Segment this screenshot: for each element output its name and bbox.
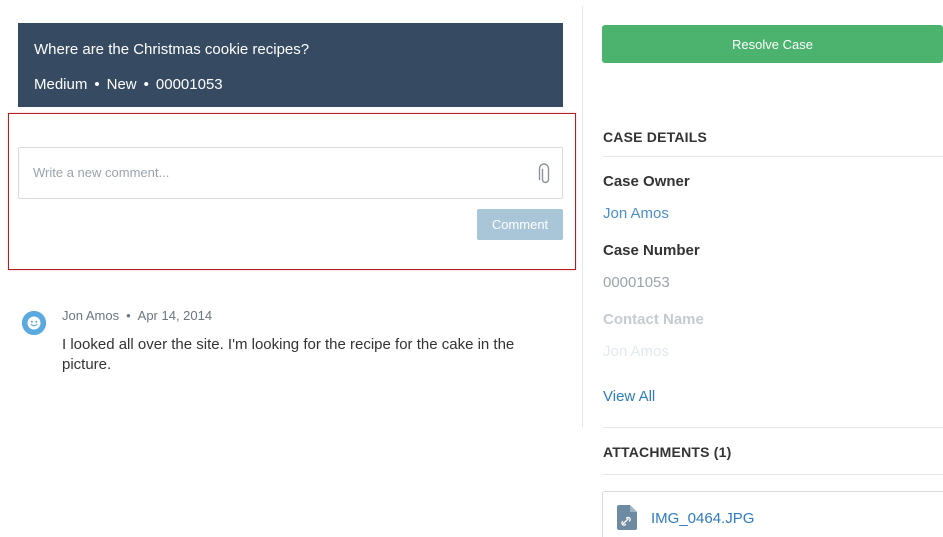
feed-author[interactable]: Jon Amos bbox=[62, 308, 119, 323]
feed-meta: Jon Amos • Apr 14, 2014 bbox=[62, 308, 212, 323]
case-owner-value[interactable]: Jon Amos bbox=[603, 205, 669, 222]
feed-body: I looked all over the site. I'm looking … bbox=[62, 336, 515, 373]
attachments-title: ATTACHMENTS (1) bbox=[603, 444, 732, 460]
comment-input[interactable]: Write a new comment... bbox=[18, 147, 563, 199]
case-owner-label: Case Owner bbox=[603, 173, 690, 190]
section-divider bbox=[603, 474, 943, 475]
view-all-link[interactable]: View All bbox=[603, 388, 655, 405]
case-number-value: 00001053 bbox=[603, 274, 670, 291]
case-status: New bbox=[106, 76, 137, 93]
file-icon bbox=[617, 505, 637, 530]
case-number-label: Case Number bbox=[603, 242, 700, 259]
case-number: 00001053 bbox=[155, 76, 223, 93]
comment-button[interactable]: Comment bbox=[477, 209, 563, 240]
case-header: Where are the Christmas cookie recipes? … bbox=[18, 23, 563, 107]
attachment-item[interactable]: IMG_0464.JPG bbox=[602, 491, 943, 537]
meta-separator: • bbox=[143, 76, 149, 93]
section-divider bbox=[603, 427, 943, 428]
attachment-file-name[interactable]: IMG_0464.JPG bbox=[651, 510, 754, 527]
contact-name-value[interactable]: Jon Amos bbox=[603, 343, 669, 360]
comment-placeholder: Write a new comment... bbox=[33, 165, 170, 180]
resolve-case-button[interactable]: Resolve Case bbox=[602, 25, 943, 63]
case-title: Where are the Christmas cookie recipes? bbox=[34, 41, 310, 58]
meta-separator: • bbox=[94, 76, 100, 93]
section-divider bbox=[603, 156, 943, 157]
case-meta: Medium • New • 00001053 bbox=[34, 75, 223, 95]
column-divider bbox=[582, 6, 583, 427]
contact-name-label: Contact Name bbox=[603, 311, 704, 328]
feed-date: Apr 14, 2014 bbox=[137, 308, 213, 323]
case-priority: Medium bbox=[34, 76, 88, 93]
smiley-avatar-icon bbox=[22, 311, 46, 335]
meta-separator: • bbox=[126, 308, 131, 323]
paperclip-icon[interactable] bbox=[538, 162, 550, 184]
case-details-title: CASE DETAILS bbox=[603, 129, 708, 145]
